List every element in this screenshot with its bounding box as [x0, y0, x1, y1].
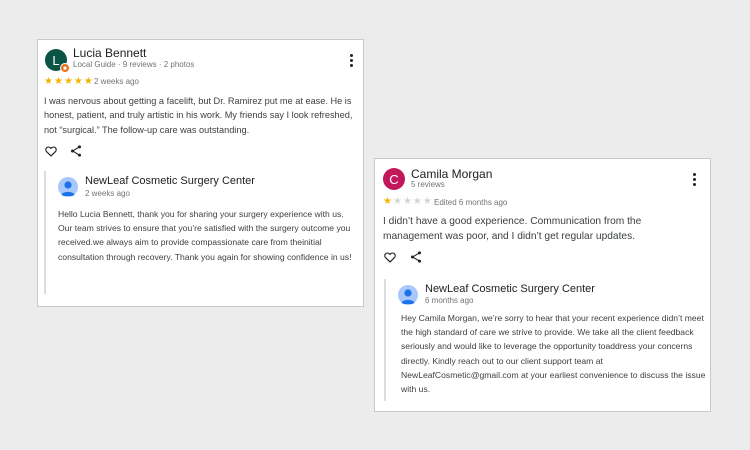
like-icon[interactable] — [383, 250, 397, 264]
more-options-icon[interactable] — [346, 52, 356, 68]
share-icon[interactable] — [69, 144, 83, 158]
star-empty-icon: ★ — [412, 196, 422, 207]
share-icon[interactable] — [409, 250, 423, 264]
star-filled-icon: ★ — [63, 76, 73, 87]
avatar-initial: C — [389, 171, 399, 187]
star-filled-icon: ★ — [83, 76, 93, 87]
more-options-icon[interactable] — [689, 171, 699, 187]
review-text: I was nervous about getting a facelift, … — [44, 96, 353, 135]
person-icon — [61, 181, 75, 196]
reply-date: 6 months ago — [425, 296, 474, 305]
review-text: I didn’t have a good experience. Communi… — [383, 216, 642, 242]
reply-date: 2 weeks ago — [85, 189, 130, 198]
star-rating: ★ ★ ★ ★ ★ — [383, 197, 432, 207]
reply-text: Hey Camila Morgan, we’re sorry to hear t… — [401, 313, 706, 395]
avatar[interactable]: L — [45, 49, 70, 73]
star-filled-icon: ★ — [53, 76, 63, 87]
reviewer-name[interactable]: Camila Morgan — [411, 167, 492, 181]
star-filled-icon: ★ — [73, 76, 83, 87]
owner-avatar — [58, 177, 78, 197]
review-date: Edited 6 months ago — [434, 198, 508, 207]
reviewer-name[interactable]: Lucia Bennett — [73, 46, 146, 60]
star-filled-icon: ★ — [44, 76, 53, 87]
owner-reply: NewLeaf Cosmetic Surgery Center 2 weeks … — [44, 171, 360, 294]
reviewer-meta: Local Guide · 9 reviews · 2 photos — [73, 60, 195, 69]
reviewer-meta: 5 reviews — [411, 180, 445, 189]
owner-name: NewLeaf Cosmetic Surgery Center — [425, 283, 595, 295]
review-date: 2 weeks ago — [94, 77, 139, 86]
star-empty-icon: ★ — [402, 196, 412, 207]
owner-name: NewLeaf Cosmetic Surgery Center — [85, 175, 255, 187]
owner-avatar — [398, 285, 418, 305]
owner-reply: NewLeaf Cosmetic Surgery Center 6 months… — [384, 279, 706, 401]
star-empty-icon: ★ — [422, 196, 432, 207]
star-rating: ★ ★ ★ ★ ★ — [44, 77, 93, 87]
review-card: C Camila Morgan 5 reviews ★ ★ ★ ★ ★ Edit… — [374, 158, 711, 412]
review-card: L Lucia Bennett Local Guide · 9 reviews … — [37, 39, 364, 307]
like-icon[interactable] — [44, 144, 58, 158]
star-filled-icon: ★ — [383, 196, 392, 207]
local-guide-badge-icon — [60, 63, 70, 73]
person-icon — [401, 289, 415, 304]
avatar[interactable]: C — [383, 168, 405, 190]
star-empty-icon: ★ — [392, 196, 402, 207]
reply-text: Hello Lucia Bennett, thank you for shari… — [58, 209, 352, 262]
avatar-initial: L — [52, 52, 60, 68]
